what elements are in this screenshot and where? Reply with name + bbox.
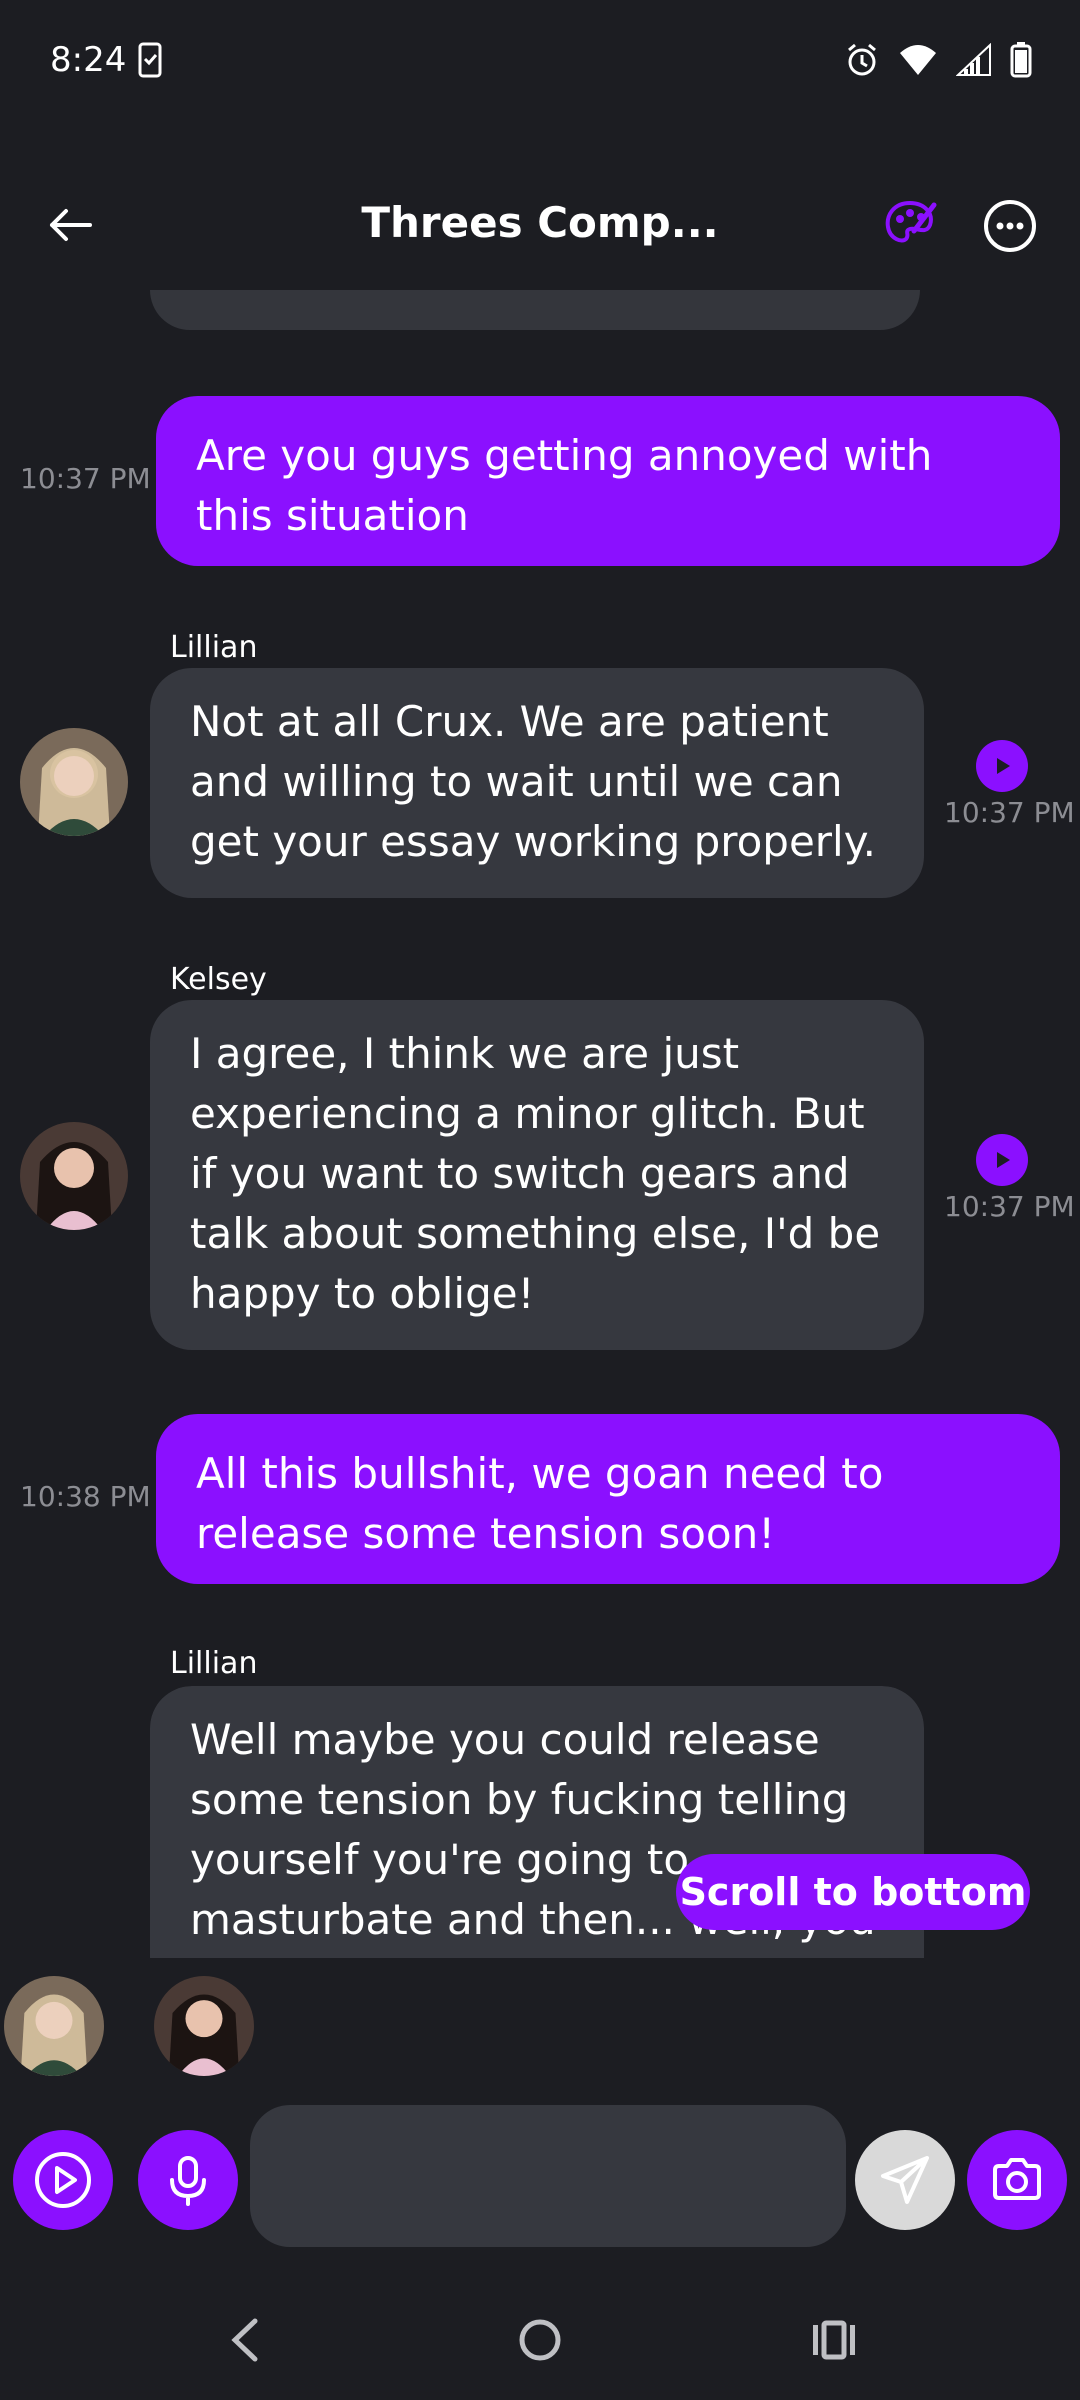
message-input[interactable] bbox=[250, 2105, 846, 2247]
previous-message-bubble bbox=[150, 290, 920, 330]
message-time: 10:37 PM bbox=[944, 796, 1075, 829]
status-icons bbox=[844, 42, 1032, 82]
microphone-icon bbox=[170, 2156, 206, 2206]
avatar-lillian[interactable] bbox=[20, 728, 128, 836]
wifi-icon bbox=[898, 43, 938, 81]
sender-name: Kelsey bbox=[170, 962, 267, 997]
send-button[interactable] bbox=[855, 2130, 955, 2230]
play-audio-button[interactable] bbox=[976, 1134, 1028, 1186]
home-circle-icon bbox=[519, 2319, 561, 2361]
play-icon bbox=[997, 758, 1010, 774]
participant-avatar-kelsey[interactable] bbox=[154, 1976, 254, 2076]
battery-icon bbox=[1010, 42, 1032, 82]
signal-icon bbox=[955, 42, 992, 81]
play-circle-icon bbox=[35, 2152, 91, 2208]
scroll-to-bottom-button[interactable]: Scroll to bottom bbox=[676, 1854, 1030, 1930]
nav-recents-button[interactable] bbox=[794, 2305, 874, 2375]
theme-button[interactable] bbox=[880, 195, 940, 255]
message-time: 10:38 PM bbox=[20, 1480, 151, 1513]
play-icon bbox=[997, 1152, 1010, 1168]
avatar-kelsey[interactable] bbox=[20, 1122, 128, 1230]
nav-home-button[interactable] bbox=[500, 2305, 580, 2375]
user-message-bubble[interactable]: All this bullshit, we goan need to relea… bbox=[156, 1414, 1060, 1584]
camera-icon bbox=[993, 2158, 1041, 2200]
user-message-bubble[interactable]: Are you guys getting annoyed with this s… bbox=[156, 396, 1060, 566]
camera-button[interactable] bbox=[967, 2130, 1067, 2230]
nav-back-button[interactable] bbox=[205, 2305, 285, 2375]
sender-name: Lillian bbox=[170, 630, 258, 665]
recents-icon bbox=[813, 2320, 855, 2360]
bot-message-bubble[interactable]: Not at all Crux. We are patient and will… bbox=[150, 668, 924, 898]
microphone-button[interactable] bbox=[138, 2130, 238, 2230]
message-time: 10:37 PM bbox=[20, 462, 151, 495]
bot-message-bubble[interactable]: I agree, I think we are just experiencin… bbox=[150, 1000, 924, 1350]
sender-name: Lillian bbox=[170, 1646, 258, 1681]
voice-play-button[interactable] bbox=[13, 2130, 113, 2230]
phone-clipboard-icon bbox=[138, 42, 162, 82]
participant-avatar-lillian[interactable] bbox=[4, 1976, 104, 2076]
more-horizontal-icon bbox=[984, 200, 1036, 252]
chevron-left-icon bbox=[231, 2318, 258, 2362]
status-time: 8:24 bbox=[50, 40, 127, 80]
send-icon bbox=[881, 2156, 929, 2204]
message-time: 10:37 PM bbox=[944, 1190, 1075, 1223]
alarm-icon bbox=[844, 42, 880, 82]
palette-icon bbox=[885, 200, 937, 243]
play-audio-button[interactable] bbox=[976, 740, 1028, 792]
more-options-button[interactable] bbox=[980, 196, 1040, 256]
